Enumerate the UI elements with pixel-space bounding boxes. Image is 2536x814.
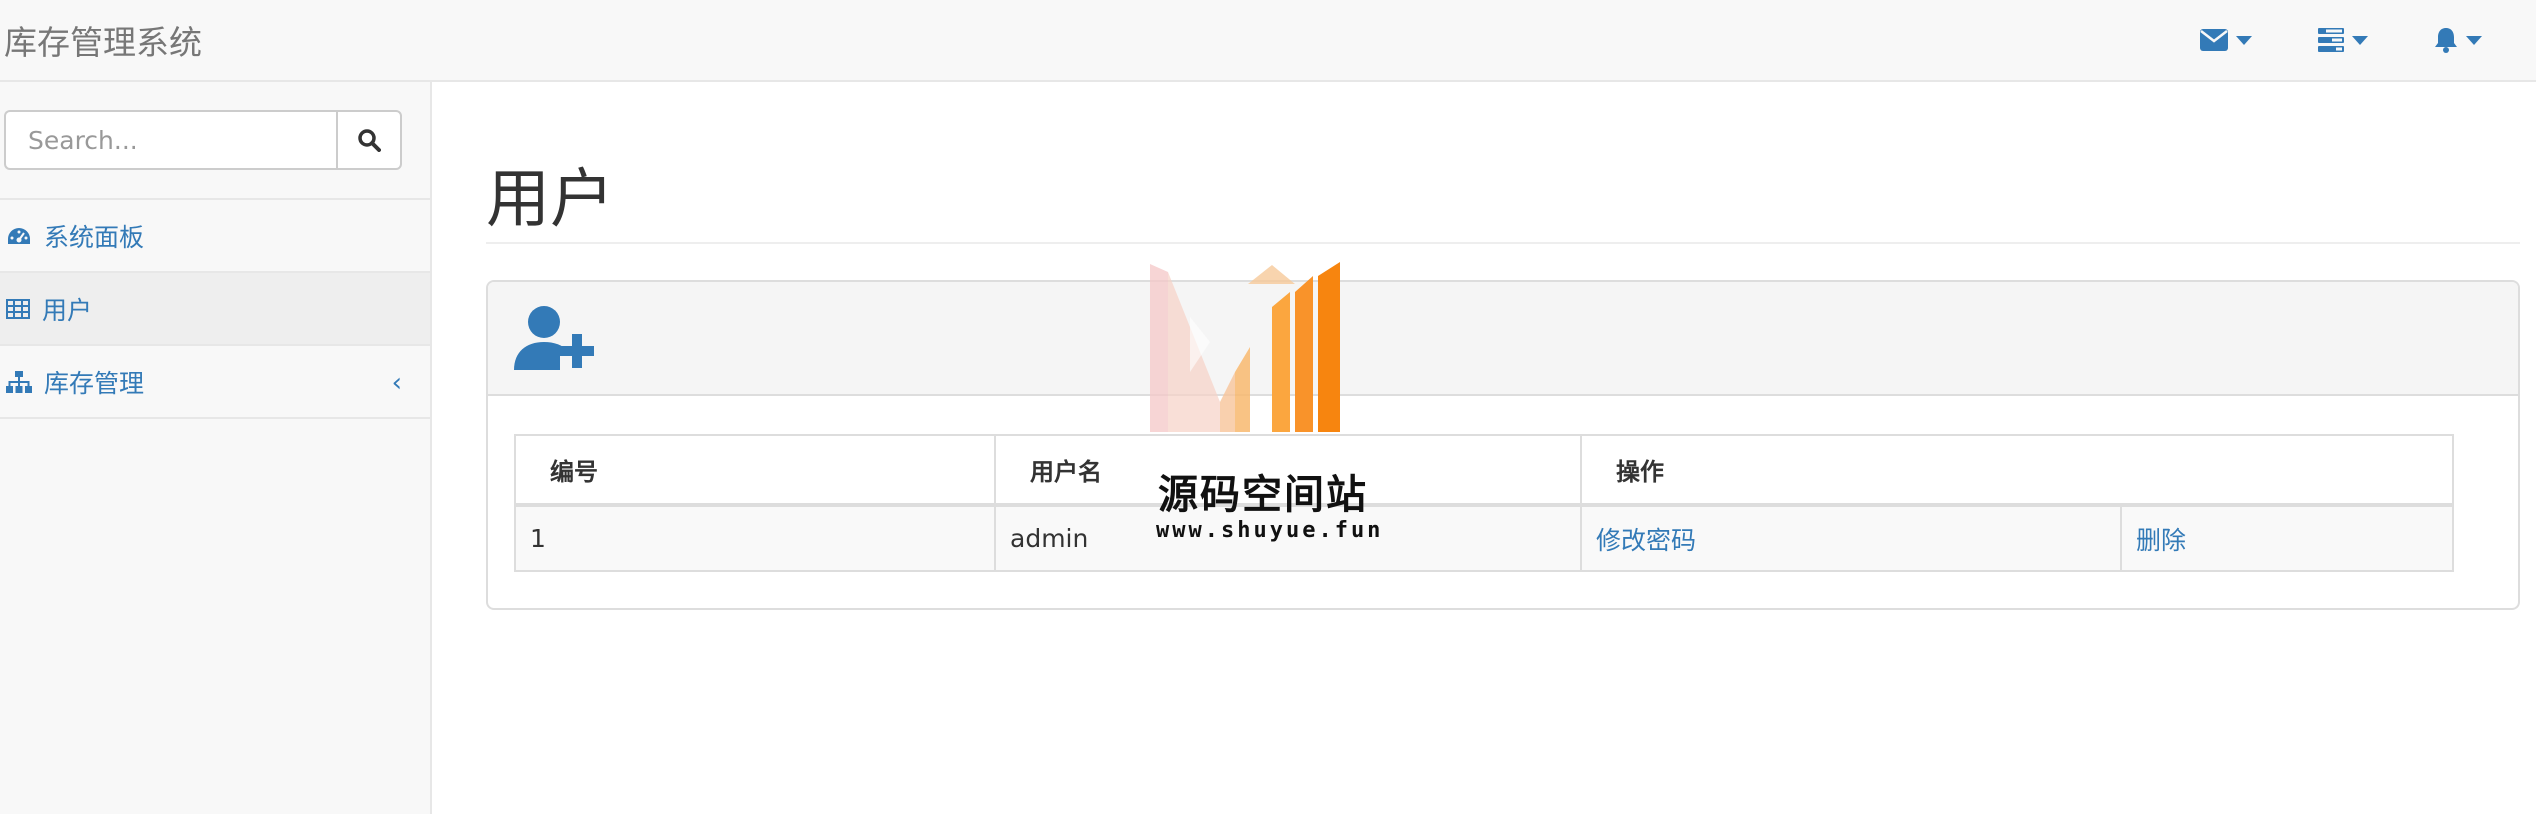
sitemap-icon [6,370,32,393]
search-input[interactable] [4,110,336,170]
sidebar: 系统面板 用户 库存管理 ‹ [0,82,432,814]
add-user-icon[interactable] [514,304,604,374]
app-brand[interactable]: 库存管理系统 [4,16,202,64]
title-divider [486,242,2520,244]
table-row: 1 admin 修改密码 删除 [514,504,2454,572]
dashboard-icon [8,227,30,244]
cell-edit-action: 修改密码 [1580,504,2122,572]
messages-dropdown[interactable] [2200,29,2252,51]
watermark-url: www.shuyue.fun [1156,518,1384,543]
cell-id: 1 [514,504,996,572]
panel-body: 编号 用户名 操作 1 admin 修改密码 删除 [488,396,2518,572]
chevron-down-icon [2236,35,2252,45]
navbar-icons [2200,0,2536,80]
chevron-left-icon: ‹ [391,368,402,398]
page-title: 用户 [486,163,614,237]
panel-heading [488,282,2518,396]
bell-icon [2435,28,2457,53]
change-password-link[interactable]: 修改密码 [1596,526,1696,555]
sidebar-item-inventory[interactable]: 库存管理 ‹ [0,346,430,419]
column-header-actions: 操作 [1580,434,2454,507]
chevron-down-icon [2466,35,2482,45]
search-button[interactable] [336,110,402,170]
envelope-icon [2200,29,2228,51]
delete-link[interactable]: 删除 [2136,526,2186,555]
watermark-title: 源码空间站 [1158,472,1368,518]
chevron-down-icon [2352,35,2368,45]
sidebar-item-dashboard[interactable]: 系统面板 [0,200,430,273]
users-panel: 编号 用户名 操作 1 admin 修改密码 删除 [486,280,2520,610]
search-group [4,110,402,170]
sidebar-item-label: 系统面板 [44,222,145,252]
table-icon [6,298,30,319]
sidebar-item-users[interactable]: 用户 [0,273,430,346]
alerts-dropdown[interactable] [2434,27,2482,53]
top-navbar: 库存管理系统 [0,0,2536,82]
tasks-icon [2318,28,2344,52]
tasks-dropdown[interactable] [2318,28,2368,52]
search-icon [358,129,381,152]
cell-delete-action: 删除 [2120,504,2454,572]
sidebar-item-label: 库存管理 [44,368,145,398]
sidebar-item-label: 用户 [42,295,93,325]
table-header-row: 编号 用户名 操作 [514,434,2454,507]
column-header-id: 编号 [514,434,996,507]
users-table: 编号 用户名 操作 1 admin 修改密码 删除 [514,434,2454,572]
sidebar-search [0,82,430,200]
